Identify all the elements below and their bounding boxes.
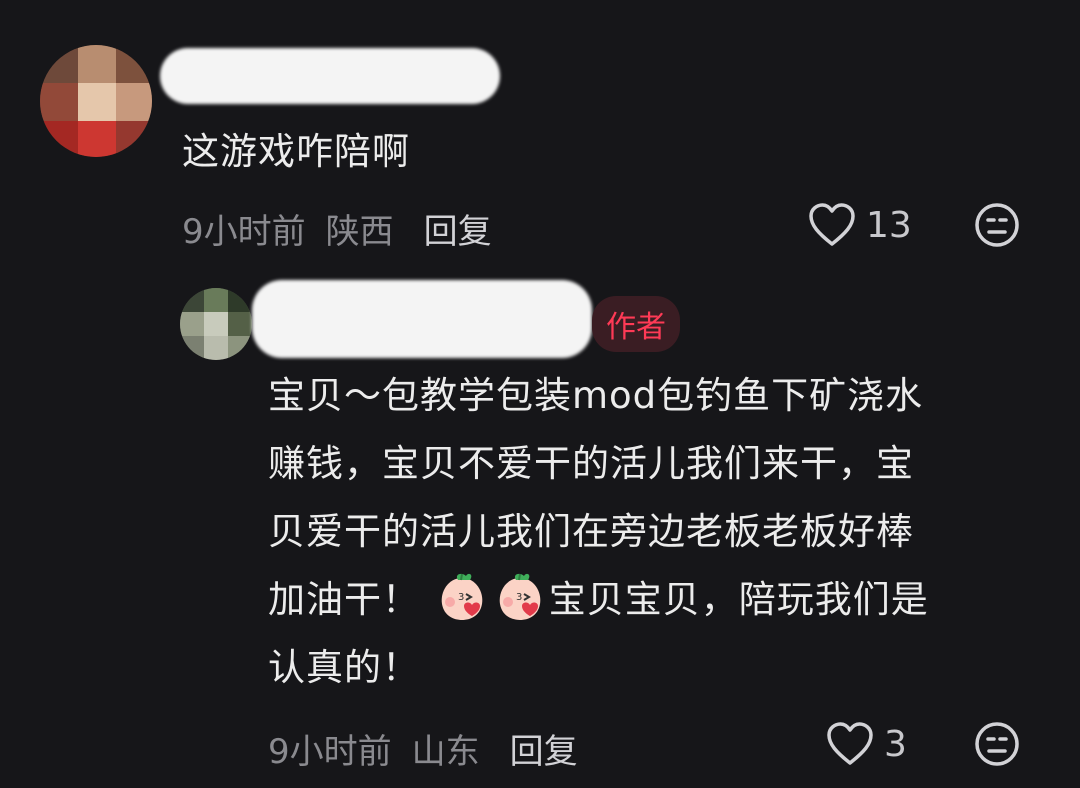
comment-line: 认真的！ xyxy=(268,646,420,689)
comment-meta: 9小时前 陕西 回复 xyxy=(182,204,492,253)
peach-kiss-emoji-icon: 3 xyxy=(499,573,541,620)
reply-button[interactable]: 回复 xyxy=(510,724,578,773)
reply-button[interactable]: 回复 xyxy=(424,204,492,253)
dislike-face-icon[interactable] xyxy=(974,721,1020,767)
comment-meta: 9小时前 山东 回复 xyxy=(268,724,578,773)
like-count: 3 xyxy=(884,723,907,765)
username-redacted[interactable] xyxy=(160,48,500,104)
avatar[interactable] xyxy=(40,45,152,157)
comment-time: 9小时前 xyxy=(268,732,392,772)
svg-text:3: 3 xyxy=(516,592,523,603)
comment-location: 陕西 xyxy=(325,212,394,252)
author-badge: 作者 xyxy=(592,296,680,352)
comment-line: 贝爱干的活儿我们在旁边老板老板好棒 xyxy=(268,510,914,553)
heart-icon xyxy=(827,722,873,765)
comment-text: 宝贝～包教学包装mod包钓鱼下矿浇水 赚钱，宝贝不爱干的活儿我们来干，宝 贝爱干… xyxy=(268,362,1048,702)
comment-list: 这游戏咋陪啊 9小时前 陕西 回复 13 作者 宝贝～包教学包装mod包钓鱼下矿… xyxy=(0,0,1080,788)
comment-line-segment: 宝贝宝贝，陪玩我们是 xyxy=(548,578,929,621)
comment-text: 这游戏咋陪啊 xyxy=(182,130,410,173)
heart-icon xyxy=(809,203,855,246)
like-count: 13 xyxy=(866,204,912,246)
like-button[interactable]: 13 xyxy=(808,203,912,247)
comment-location: 山东 xyxy=(411,732,480,772)
peach-kiss-emoji-icon: 3 xyxy=(441,573,483,620)
svg-text:3: 3 xyxy=(458,592,465,603)
comment-line: 宝贝～包教学包装mod包钓鱼下矿浇水 xyxy=(268,374,924,417)
like-button[interactable]: 3 xyxy=(826,722,907,766)
avatar[interactable] xyxy=(180,288,252,360)
dislike-face-icon[interactable] xyxy=(974,202,1020,248)
username-redacted[interactable] xyxy=(252,280,592,358)
comment-line-segment: 加油干！ xyxy=(268,578,420,621)
comment-time: 9小时前 xyxy=(182,212,306,252)
comment-line: 赚钱，宝贝不爱干的活儿我们来干，宝 xyxy=(268,442,914,485)
comment-line: 加油干！ 3 3 宝贝宝贝，陪玩我们是 xyxy=(268,566,1048,634)
